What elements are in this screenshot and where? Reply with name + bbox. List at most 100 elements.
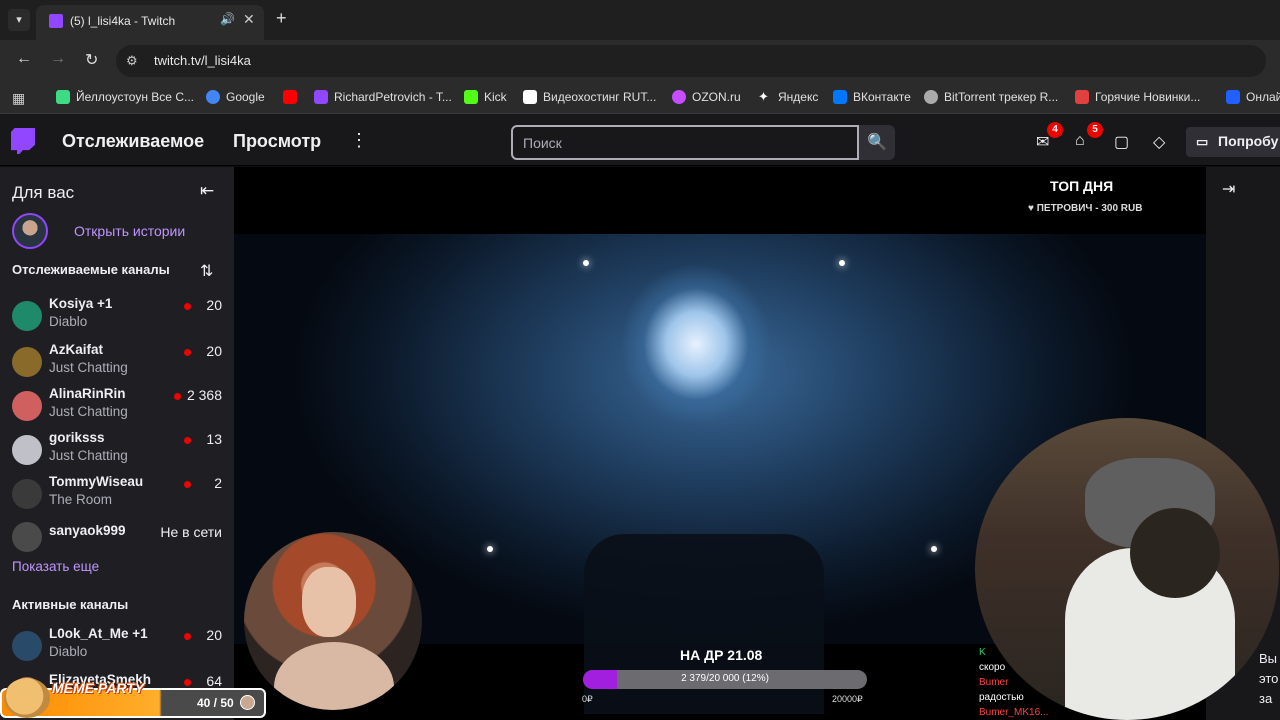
live-dot-icon [184, 349, 191, 356]
bookmark-youtube[interactable] [283, 90, 297, 104]
bits-icon[interactable]: ◇ [1153, 132, 1165, 152]
bookmark-richardpetrovich[interactable]: RichardPetrovich - T... [314, 90, 452, 104]
show-more-link[interactable]: Показать еще [12, 559, 99, 574]
live-dot-icon [184, 481, 191, 488]
speaker-icon[interactable]: 🔊 [220, 12, 235, 26]
channel-game: Just Chatting [49, 404, 128, 419]
reload-icon[interactable]: ↻ [85, 50, 98, 70]
avatar [12, 347, 42, 377]
browser-tabstrip: ▾ (5) l_lisi4ka - Twitch 🔊 ✕ + [0, 0, 1280, 40]
forward-arrow-icon[interactable]: → [50, 50, 66, 68]
avatar [12, 391, 42, 421]
sidebar-title: Для вас [12, 183, 75, 202]
tab-search-button[interactable]: ▾ [8, 9, 30, 31]
url-text[interactable]: twitch.tv/l_lisi4ka [154, 53, 251, 68]
viewer-count: 2 368 [186, 387, 222, 403]
video-light [839, 260, 845, 266]
inbox-icon[interactable]: ⌂ [1075, 132, 1085, 150]
search-input[interactable] [511, 125, 859, 160]
viewer-count: 13 [206, 431, 222, 447]
search-icon[interactable]: 🔍 [859, 125, 895, 160]
notifications-icon[interactable]: ✉ [1036, 132, 1049, 152]
viewer-count: 20 [206, 343, 222, 359]
channel-name: AlinaRinRin [49, 386, 126, 401]
webcam-person-head [1130, 508, 1220, 598]
ozon-icon [672, 90, 686, 104]
try-prime-button[interactable]: ▭ Попробу [1186, 127, 1280, 157]
notifications-badge: 4 [1047, 122, 1063, 138]
sort-icon[interactable]: ⇅ [200, 261, 213, 281]
channel-game: Diablo [49, 314, 88, 329]
browser-tab[interactable]: (5) l_lisi4ka - Twitch 🔊 ✕ [36, 5, 264, 40]
collapse-sidebar-icon[interactable]: ⇤ [200, 181, 214, 201]
bookmark-bittorrent[interactable]: BitTorrent трекер R... [924, 90, 1058, 104]
channel-name: TommyWiseau [49, 474, 144, 489]
new-tab-icon[interactable]: + [276, 8, 287, 29]
top-donor: ♥ ПЕТРОВИЧ - 300 RUB [1028, 203, 1143, 214]
active-channel[interactable]: L0ok_At_Me +1 Diablo 20 [0, 625, 234, 669]
avatar [12, 479, 42, 509]
channel-game: Diablo [49, 644, 88, 659]
avatar [12, 301, 42, 331]
bookmark-ozon[interactable]: OZON.ru [672, 90, 741, 104]
live-dot-icon [174, 393, 181, 400]
meme-party-count: 40 / 50 [197, 696, 234, 710]
avatar [12, 522, 42, 552]
live-dot-icon [184, 633, 191, 640]
video-light [931, 546, 937, 552]
nav-following[interactable]: Отслеживаемое [62, 131, 204, 152]
bookmark-google[interactable]: Google [206, 90, 265, 104]
twitch-favicon-icon [49, 14, 63, 28]
live-dot-icon [184, 303, 191, 310]
tab-title: (5) l_lisi4ka - Twitch [70, 14, 176, 28]
hot-icon [1075, 90, 1089, 104]
open-stories-link[interactable]: Открыть истории [74, 223, 185, 239]
expand-chat-icon[interactable]: ⇥ [1222, 179, 1235, 199]
channel-game: Just Chatting [49, 360, 128, 375]
rutube-icon [523, 90, 537, 104]
video-light [487, 546, 493, 552]
bookmark-yellowstone[interactable]: Йеллоустоун Все С... [56, 90, 194, 104]
followed-channel[interactable]: AlinaRinRin Just Chatting 2 368 [0, 385, 234, 429]
channel-game: The Room [49, 492, 113, 507]
bookmark-kick[interactable]: Kick [464, 90, 507, 104]
avatar [12, 435, 42, 465]
active-channels-title: Активные каналы [12, 597, 129, 612]
goal-progress-text: 2 379/20 000 (12%) [681, 673, 769, 684]
more-vertical-icon[interactable]: ⋮ [350, 130, 368, 151]
address-bar[interactable]: ⚙ twitch.tv/l_lisi4ka [116, 45, 1266, 77]
followed-channel[interactable]: Kosiya +1 Diablo 20 [0, 295, 234, 339]
webcam-person-face [302, 567, 356, 637]
tab-close-icon[interactable]: ✕ [243, 11, 255, 28]
followed-channel[interactable]: goriksss Just Chatting 13 [0, 429, 234, 473]
bookmark-online[interactable]: Онлайн [1226, 90, 1280, 104]
site-settings-icon[interactable]: ⚙ [126, 53, 138, 69]
goal-title: НА ДР 21.08 [680, 647, 763, 663]
whispers-icon[interactable]: ▢ [1114, 132, 1129, 152]
apps-grid-icon[interactable]: ▦ [12, 90, 25, 107]
goal-min: 0₽ [582, 694, 593, 704]
twitch-header: Отслеживаемое Просмотр ⋮ 🔍 ✉ 4 ⌂ 5 ▢ ◇ ▭… [0, 114, 1280, 166]
channel-name: L0ok_At_Me +1 [49, 626, 148, 641]
live-dot-icon [184, 437, 191, 444]
prime-icon: ▭ [1196, 134, 1209, 149]
bookmark-hot-news[interactable]: Горячие Новинки... [1075, 90, 1200, 104]
nav-browse[interactable]: Просмотр [233, 131, 321, 152]
top-day-title: ТОП ДНЯ [1050, 178, 1114, 194]
bookmark-rutube[interactable]: Видеохостинг RUT... [523, 90, 656, 104]
bookmarks-bar: ▦ Йеллоустоун Все С... Google RichardPet… [0, 82, 1280, 114]
avatar[interactable] [12, 213, 48, 249]
video-light [583, 260, 589, 266]
followed-channel[interactable]: AzKaifat Just Chatting 20 [0, 341, 234, 385]
google-icon [206, 90, 220, 104]
twitch-logo-icon[interactable] [11, 128, 35, 154]
webcam-right [975, 418, 1279, 720]
followed-channel[interactable]: TommyWiseau The Room 2 [0, 473, 234, 517]
top-donor-text: ПЕТРОВИЧ - 300 RUB [1036, 203, 1143, 214]
bookmark-vk[interactable]: ВКонтакте [833, 90, 911, 104]
online-icon [1226, 90, 1240, 104]
bookmark-yandex[interactable]: ✦ Яндекс [758, 90, 818, 105]
meme-party-title: MEME PARTY [52, 680, 145, 696]
back-arrow-icon[interactable]: ← [16, 50, 32, 68]
meme-party-widget: MEME PARTY 40 / 50 [0, 676, 266, 720]
